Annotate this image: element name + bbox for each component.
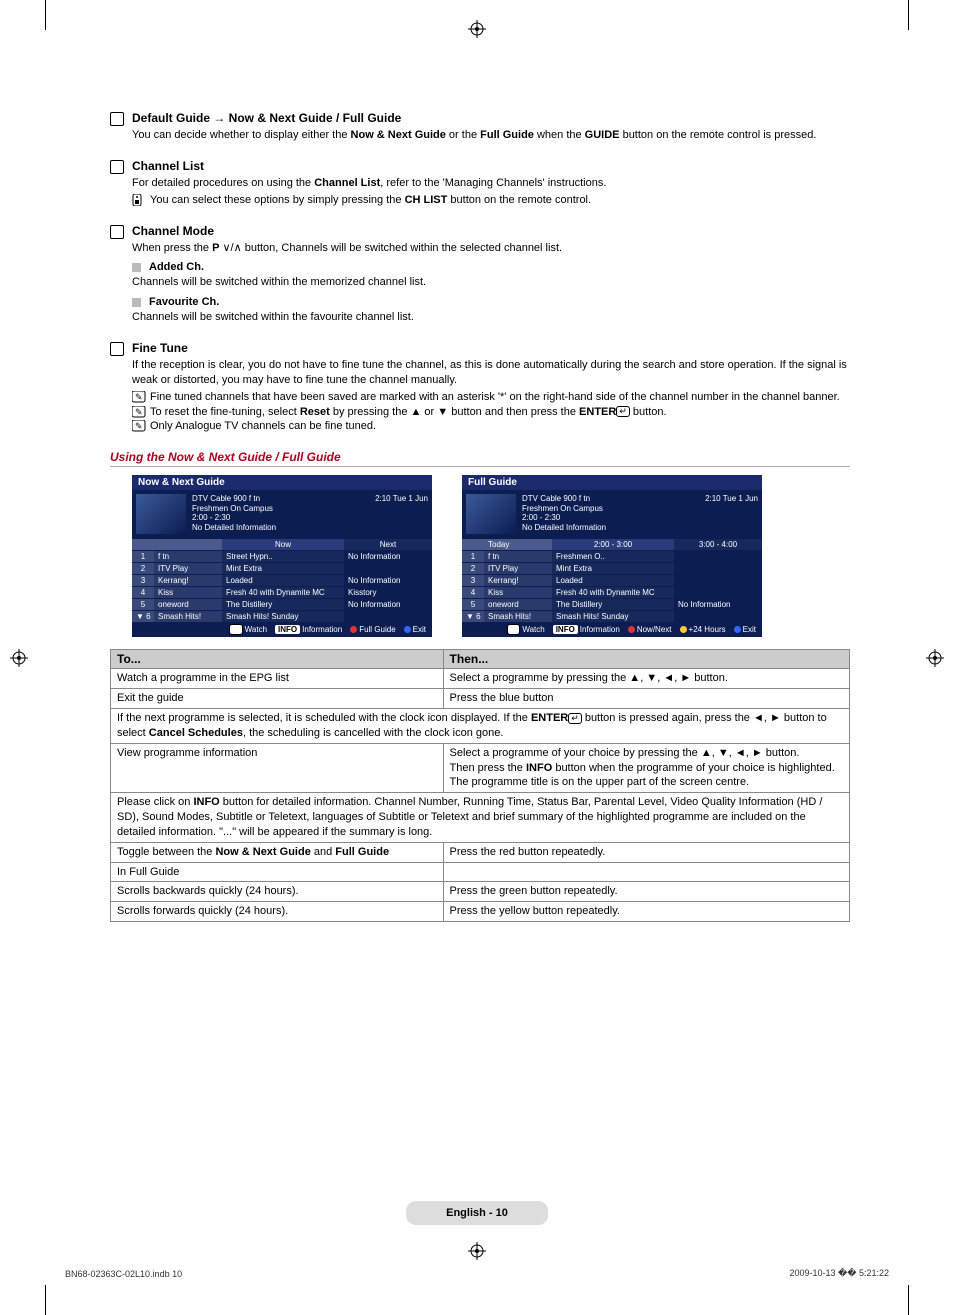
guide-row: 5onewordThe DistilleryNo Information — [462, 598, 762, 610]
section-bullet-icon — [110, 225, 124, 239]
section-fine-tune: Fine Tune — [110, 341, 850, 356]
guide-row: 2ITV PlayMint Extra — [132, 562, 432, 574]
registration-mark-icon — [468, 20, 486, 38]
preview-thumb — [466, 494, 516, 534]
section-title: Channel List — [132, 159, 204, 173]
body-text: Channels will be switched within the mem… — [132, 275, 850, 290]
body-text: You can decide whether to display either… — [132, 128, 850, 143]
info-note-icon: ✎ — [132, 420, 146, 432]
grey-bullet-icon — [132, 263, 141, 272]
section-bullet-icon — [110, 112, 124, 126]
page-footer-label: English - 10 — [406, 1201, 548, 1225]
guide-row: 5onewordThe DistilleryNo Information — [132, 598, 432, 610]
guide-row: 1f tnFreshmen O.. — [462, 550, 762, 562]
sub-item-added-ch: Added Ch. — [132, 261, 850, 273]
info-note-icon: ✎ — [132, 406, 146, 418]
registration-mark-icon — [468, 1242, 486, 1260]
section-channel-list: Channel List — [110, 159, 850, 174]
sub-item-favourite-ch: Favourite Ch. — [132, 296, 850, 308]
svg-text:✎: ✎ — [135, 392, 143, 402]
svg-text:✎: ✎ — [135, 407, 143, 417]
section-title: Channel Mode — [132, 224, 214, 238]
guide-row: 4KissFresh 40 with Dynamite MC — [462, 586, 762, 598]
svg-text:✎: ✎ — [135, 421, 143, 431]
enter-icon: ↵ — [616, 406, 630, 417]
footer-right: 2009-10-13 �� 5:21:22 — [789, 1268, 889, 1279]
using-heading: Using the Now & Next Guide / Full Guide — [110, 450, 850, 467]
section-channel-mode: Channel Mode — [110, 224, 850, 239]
note-line: ✎ To reset the fine-tuning, select Reset… — [132, 405, 850, 420]
guide-row: 2ITV PlayMint Extra — [462, 562, 762, 574]
body-text: If the reception is clear, you do not ha… — [132, 358, 850, 388]
preview-thumb — [136, 494, 186, 534]
registration-mark-icon — [10, 649, 28, 667]
enter-icon: ↵ — [568, 713, 582, 724]
info-note-icon: ✎ — [132, 391, 146, 403]
section-bullet-icon — [110, 342, 124, 356]
guide-row: ▼ 6Smash Hits!Smash Hits! Sunday — [132, 610, 432, 622]
guide-row: ▼ 6Smash Hits!Smash Hits! Sunday — [462, 610, 762, 622]
table-header-then: Then... — [443, 650, 849, 669]
body-text: When press the P ∨/∧ button, Channels wi… — [132, 241, 850, 256]
body-text: Channels will be switched within the fav… — [132, 310, 850, 325]
footer-left: BN68-02363C-02L10.indb 10 — [65, 1269, 182, 1279]
body-text: For detailed procedures on using the Cha… — [132, 176, 850, 191]
note-line: You can select these options by simply p… — [132, 193, 850, 208]
full-guide-screenshot: Full Guide DTV Cable 900 f tn Freshmen O… — [462, 475, 762, 637]
section-title: Fine Tune — [132, 341, 188, 355]
section-default-guide: Default Guide → Now & Next Guide / Full … — [110, 111, 850, 126]
note-line: ✎ Only Analogue TV channels can be fine … — [132, 419, 850, 434]
instruction-table: To... Then... Watch a programme in the E… — [110, 649, 850, 922]
grey-bullet-icon — [132, 298, 141, 307]
guide-row: 4KissFresh 40 with Dynamite MCKisstory — [132, 586, 432, 598]
table-header-to: To... — [111, 650, 444, 669]
section-title: Default Guide → Now & Next Guide / Full … — [132, 111, 401, 125]
guide-row: 3Kerrang!Loaded — [462, 574, 762, 586]
registration-mark-icon — [926, 649, 944, 667]
guide-row: 1f tnStreet Hypn..No Information — [132, 550, 432, 562]
guide-row: 3Kerrang!LoadedNo Information — [132, 574, 432, 586]
note-line: ✎ Fine tuned channels that have been sav… — [132, 390, 850, 405]
section-bullet-icon — [110, 160, 124, 174]
remote-note-icon — [132, 194, 146, 206]
now-next-guide-screenshot: Now & Next Guide DTV Cable 900 f tn Fres… — [132, 475, 432, 637]
